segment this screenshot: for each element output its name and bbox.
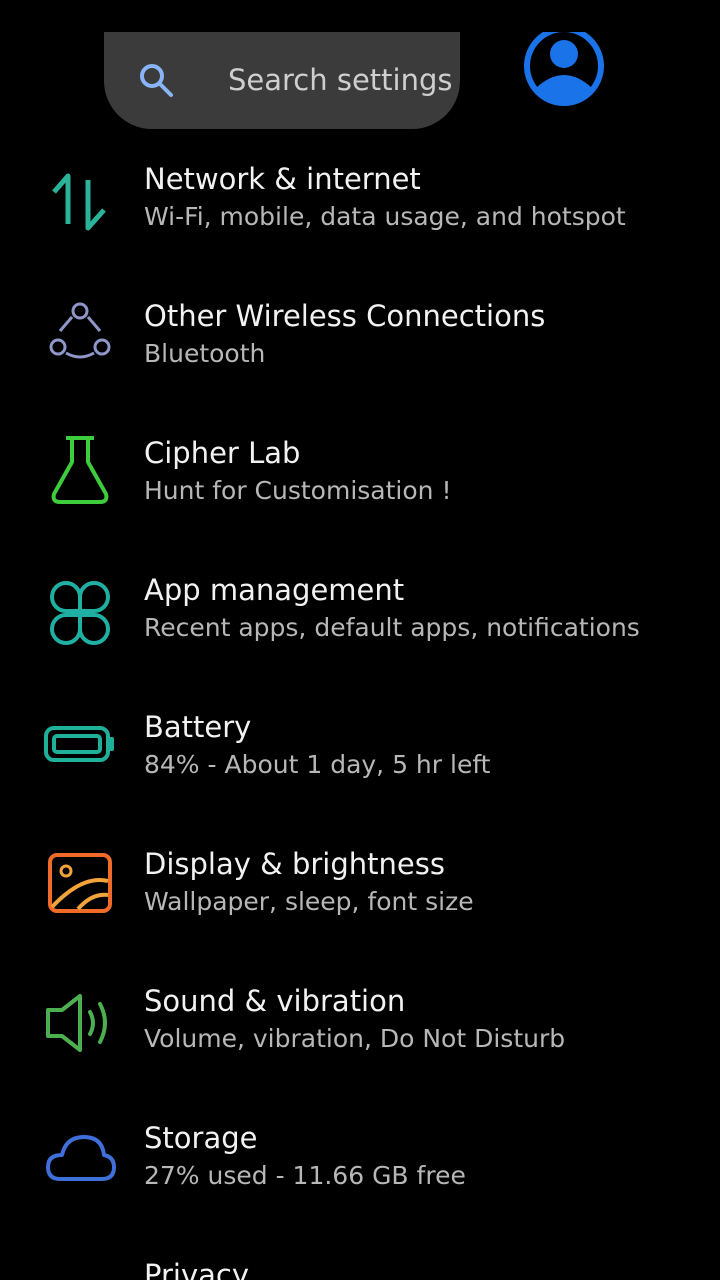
settings-item-subtitle: Volume, vibration, Do Not Disturb <box>144 1024 566 1053</box>
settings-item-battery[interactable]: Battery 84% - About 1 day, 5 hr left <box>0 696 720 833</box>
battery-icon <box>44 726 114 762</box>
settings-item-title: Network & internet <box>144 162 421 196</box>
settings-item-subtitle: Hunt for Customisation ! <box>144 476 452 505</box>
account-avatar[interactable] <box>522 32 606 120</box>
search-placeholder: Search settings <box>228 63 453 97</box>
settings-item-title: Storage <box>144 1121 258 1155</box>
settings-item-subtitle: Recent apps, default apps, notifications <box>144 613 640 642</box>
settings-item-storage[interactable]: Storage 27% used - 11.66 GB free <box>0 1107 720 1244</box>
speaker-icon <box>46 994 107 1052</box>
settings-item-display[interactable]: Display & brightness Wallpaper, sleep, f… <box>0 833 720 970</box>
search-icon <box>140 64 173 97</box>
settings-item-title: Cipher Lab <box>144 436 301 470</box>
settings-item-app-management[interactable]: App management Recent apps, default apps… <box>0 559 720 696</box>
search-bar[interactable]: Search settings <box>104 32 460 129</box>
app-clover-icon <box>50 581 110 645</box>
settings-item-title: Privacy <box>144 1258 249 1280</box>
settings-item-subtitle: Wi-Fi, mobile, data usage, and hotspot <box>144 202 626 231</box>
settings-item-other-wireless[interactable]: Other Wireless Connections Bluetooth <box>0 285 720 422</box>
settings-item-sound[interactable]: Sound & vibration Volume, vibration, Do … <box>0 970 720 1107</box>
settings-item-title: App management <box>144 573 405 607</box>
settings-item-subtitle: Bluetooth <box>144 339 266 368</box>
settings-item-subtitle: 84% - About 1 day, 5 hr left <box>144 750 491 779</box>
settings-item-privacy[interactable]: Privacy <box>0 1244 720 1280</box>
settings-item-title: Display & brightness <box>144 847 445 881</box>
cloud-icon <box>46 1135 116 1181</box>
account-circle-icon <box>524 32 604 106</box>
settings-item-subtitle: Wallpaper, sleep, font size <box>144 887 474 916</box>
display-image-icon <box>48 853 112 913</box>
settings-item-subtitle: 27% used - 11.66 GB free <box>144 1161 466 1190</box>
settings-item-title: Other Wireless Connections <box>144 299 546 333</box>
settings-item-title: Sound & vibration <box>144 984 406 1018</box>
settings-item-title: Battery <box>144 710 252 744</box>
flask-icon <box>51 436 109 504</box>
connections-nodes-icon <box>49 302 111 359</box>
settings-item-network[interactable]: Network & internet Wi-Fi, mobile, data u… <box>0 148 720 285</box>
network-arrows-icon <box>52 173 106 231</box>
settings-item-cipher-lab[interactable]: Cipher Lab Hunt for Customisation ! <box>0 422 720 559</box>
